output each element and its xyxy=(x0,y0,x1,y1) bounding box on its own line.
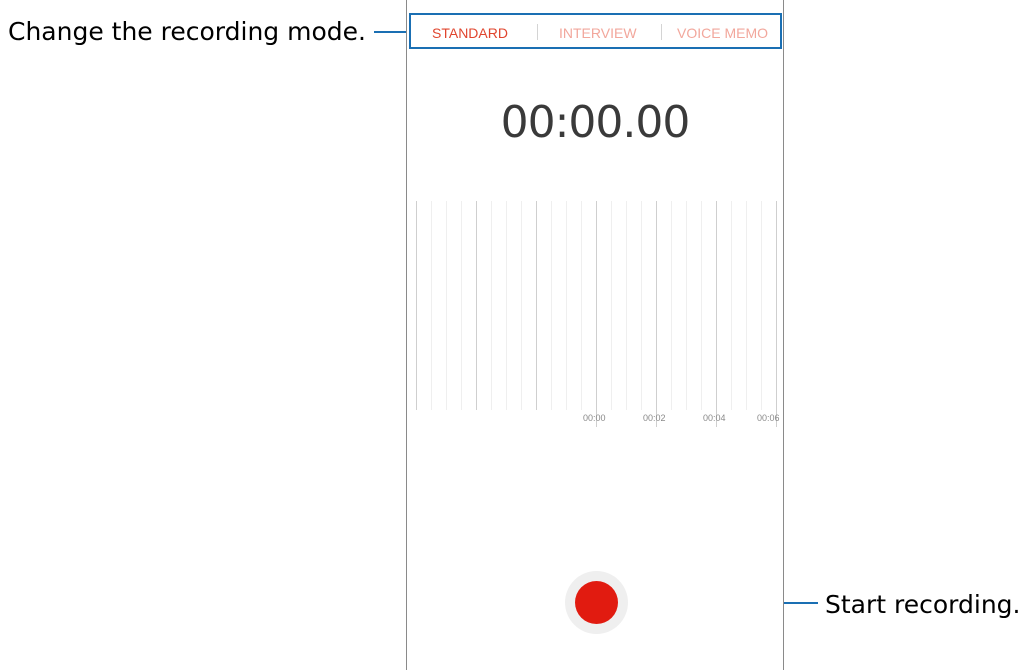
record-callout-label: Start recording. xyxy=(825,590,1020,619)
timeline-gridline xyxy=(506,201,507,410)
timeline-gridline xyxy=(701,201,702,410)
timeline-gridline xyxy=(581,201,582,410)
timeline-gridline xyxy=(551,201,552,410)
timeline-mark xyxy=(596,201,597,427)
timeline-gridline xyxy=(566,201,567,410)
tab-interview[interactable]: INTERVIEW xyxy=(559,25,637,41)
timeline-gridline xyxy=(536,201,537,410)
timeline-gridline xyxy=(491,201,492,410)
timeline-gridline xyxy=(476,201,477,410)
timeline-mark xyxy=(716,201,717,427)
timeline-gridline xyxy=(461,201,462,410)
timeline-gridline xyxy=(446,201,447,410)
mode-callout-line xyxy=(374,31,408,33)
tab-divider xyxy=(661,24,662,40)
timeline-gridline xyxy=(746,201,747,410)
voice-recorder-screen: STANDARD INTERVIEW VOICE MEMO 00:00.00 0… xyxy=(406,0,784,670)
timeline-gridline xyxy=(611,201,612,410)
timeline-gridline xyxy=(641,201,642,410)
timeline-gridline xyxy=(761,201,762,410)
mode-callout-label: Change the recording mode. xyxy=(8,17,366,46)
timeline-tick-label: 00:02 xyxy=(643,413,666,423)
record-button-icon xyxy=(575,581,618,624)
tab-voice-memo[interactable]: VOICE MEMO xyxy=(677,25,768,41)
timeline-gridline xyxy=(416,201,417,410)
timeline-mark xyxy=(776,201,777,427)
timeline-gridline xyxy=(731,201,732,410)
timeline-gridline xyxy=(626,201,627,410)
timeline-gridline xyxy=(521,201,522,410)
tab-divider xyxy=(537,24,538,40)
timeline-tick-label: 00:04 xyxy=(703,413,726,423)
record-button[interactable] xyxy=(565,571,628,634)
timeline-gridline xyxy=(671,201,672,410)
timeline-mark xyxy=(656,201,657,427)
timeline-gridline xyxy=(686,201,687,410)
tab-standard[interactable]: STANDARD xyxy=(432,25,508,41)
recording-timer: 00:00.00 xyxy=(500,97,691,148)
timeline-tick-label: 00:06 xyxy=(757,413,780,423)
timeline-gridline xyxy=(431,201,432,410)
recording-mode-tabs: STANDARD INTERVIEW VOICE MEMO xyxy=(409,13,782,49)
timeline-tick-label: 00:00 xyxy=(583,413,606,423)
